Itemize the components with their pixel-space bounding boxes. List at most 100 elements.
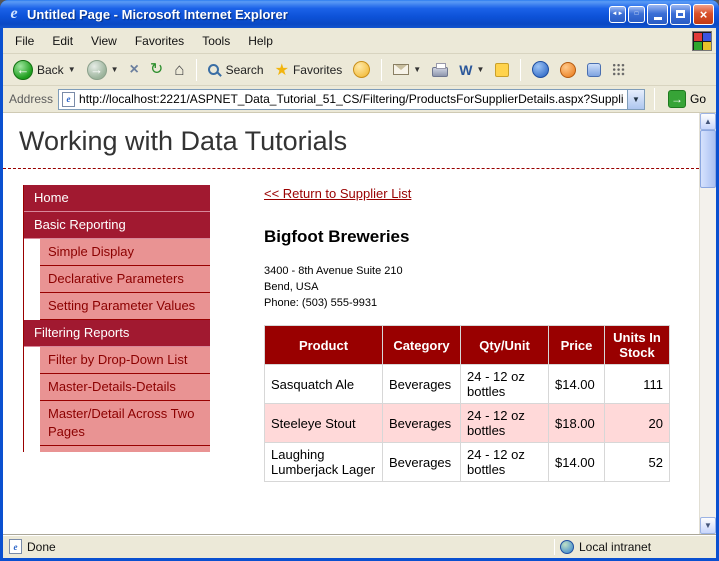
print-icon <box>432 67 448 77</box>
status-page-icon: e <box>9 539 22 554</box>
table-header-row: Product Category Qty/Unit Price Units In… <box>265 326 670 365</box>
page-title: Working with Data Tutorials <box>19 126 699 157</box>
refresh-icon: ↻ <box>150 60 163 80</box>
supplier-address-line1: 3400 - 8th Avenue Suite 210 <box>264 263 699 279</box>
favorites-star-icon: ★ <box>275 60 289 80</box>
nav-master-detail-across-two-pages[interactable]: Master/Detail Across Two Pages <box>40 401 210 446</box>
grid-tool-button[interactable] <box>608 61 629 78</box>
search-button[interactable]: Search <box>204 61 268 79</box>
titlebar-window-button[interactable]: □ <box>628 6 645 23</box>
nav-basic-reporting[interactable]: Basic Reporting <box>24 212 210 239</box>
col-header-price: Price <box>549 326 605 365</box>
titlebar-arrows-button[interactable]: ◄► <box>609 6 626 23</box>
go-label: Go <box>690 92 706 106</box>
forward-button[interactable]: → ▼ <box>83 58 123 82</box>
forward-dropdown-icon[interactable]: ▼ <box>111 65 119 74</box>
minimize-button[interactable] <box>647 4 668 25</box>
address-dropdown-button[interactable]: ▼ <box>627 90 644 109</box>
close-button[interactable]: × <box>693 4 714 25</box>
history-button[interactable] <box>349 59 374 80</box>
menu-favorites[interactable]: Favorites <box>127 31 192 51</box>
ie-throbber-icon <box>692 31 712 51</box>
browser-window: e Untitled Page - Microsoft Internet Exp… <box>0 0 719 561</box>
go-icon: → <box>668 90 686 108</box>
favorites-button[interactable]: ★ Favorites <box>271 58 347 82</box>
home-icon: ⌂ <box>174 60 184 80</box>
forward-icon: → <box>87 60 107 80</box>
nav-home[interactable]: Home <box>24 185 210 212</box>
col-header-qty-unit: Qty/Unit <box>461 326 549 365</box>
discuss-button[interactable] <box>491 61 513 79</box>
cell-category: Beverages <box>383 443 461 482</box>
page-content: Working with Data Tutorials Home Basic R… <box>3 113 699 534</box>
menu-view[interactable]: View <box>83 31 125 51</box>
search-label: Search <box>226 63 264 77</box>
table-row: Sasquatch Ale Beverages 24 - 12 oz bottl… <box>265 365 670 404</box>
menu-bar: File Edit View Favorites Tools Help <box>3 28 716 54</box>
extra-tool-button[interactable] <box>583 61 605 79</box>
nav-filtering-reports[interactable]: Filtering Reports <box>24 320 210 347</box>
nav-setting-parameter-values[interactable]: Setting Parameter Values <box>40 293 210 320</box>
globe-icon <box>532 61 549 78</box>
supplier-address-line2: Bend, USA <box>264 279 699 295</box>
maximize-icon <box>676 10 685 18</box>
stop-button[interactable]: × <box>126 58 143 82</box>
address-url[interactable]: http://localhost:2221/ASPNET_Data_Tutori… <box>79 92 623 106</box>
toolbar-separator <box>520 59 521 81</box>
messenger-button[interactable] <box>528 59 553 80</box>
scrollbar-thumb[interactable] <box>700 130 716 188</box>
nav-simple-display[interactable]: Simple Display <box>40 239 210 266</box>
cell-price: $14.00 <box>549 443 605 482</box>
print-button[interactable] <box>428 61 452 79</box>
titlebar[interactable]: e Untitled Page - Microsoft Internet Exp… <box>0 0 719 28</box>
nav-declarative-parameters[interactable]: Declarative Parameters <box>40 266 210 293</box>
stop-icon: × <box>130 60 139 80</box>
table-row: Laughing Lumberjack Lager Beverages 24 -… <box>265 443 670 482</box>
address-label: Address <box>9 92 53 106</box>
vertical-scrollbar[interactable]: ▲ ▼ <box>699 113 716 534</box>
refresh-button[interactable]: ↻ <box>146 58 167 82</box>
page-icon: e <box>62 92 75 107</box>
cell-qty-unit: 24 - 12 oz bottles <box>461 443 549 482</box>
back-label: Back <box>37 63 64 77</box>
mail-dropdown-icon[interactable]: ▼ <box>413 65 421 74</box>
cell-qty-unit: 24 - 12 oz bottles <box>461 365 549 404</box>
scroll-up-button[interactable]: ▲ <box>700 113 716 130</box>
cell-units-in-stock: 52 <box>605 443 670 482</box>
mail-button[interactable]: ▼ <box>389 62 425 77</box>
blue-chip-icon <box>587 63 601 77</box>
status-bar: e Done Local intranet <box>3 534 716 558</box>
nav-item-clipped[interactable] <box>40 446 210 452</box>
favorites-label: Favorites <box>293 63 342 77</box>
scroll-down-button[interactable]: ▼ <box>700 517 716 534</box>
menu-edit[interactable]: Edit <box>44 31 81 51</box>
history-icon <box>353 61 370 78</box>
intranet-zone-icon <box>560 540 574 554</box>
scrollbar-track[interactable] <box>700 130 716 517</box>
address-input[interactable]: e http://localhost:2221/ASPNET_Data_Tuto… <box>58 89 645 110</box>
table-row: Steeleye Stout Beverages 24 - 12 oz bott… <box>265 404 670 443</box>
menu-file[interactable]: File <box>7 31 42 51</box>
toolbar-separator <box>381 59 382 81</box>
supplier-name: Bigfoot Breweries <box>264 227 699 247</box>
ie-window-icon: e <box>6 5 22 23</box>
go-button[interactable]: → Go <box>664 89 710 109</box>
products-table: Product Category Qty/Unit Price Units In… <box>264 325 670 482</box>
cell-units-in-stock: 111 <box>605 365 670 404</box>
word-icon: W <box>459 62 472 78</box>
statusbar-divider <box>554 539 555 555</box>
home-button[interactable]: ⌂ <box>170 58 188 82</box>
maximize-button[interactable] <box>670 4 691 25</box>
address-bar: Address e http://localhost:2221/ASPNET_D… <box>3 86 716 113</box>
nav-master-details-details[interactable]: Master-Details-Details <box>40 374 210 401</box>
edit-dropdown-icon[interactable]: ▼ <box>476 65 484 74</box>
back-icon: ← <box>13 60 33 80</box>
edit-with-word-button[interactable]: W ▼ <box>455 60 488 80</box>
back-dropdown-icon[interactable]: ▼ <box>68 65 76 74</box>
research-button[interactable] <box>556 60 580 80</box>
menu-tools[interactable]: Tools <box>194 31 238 51</box>
return-to-supplier-list-link[interactable]: << Return to Supplier List <box>264 186 411 201</box>
back-button[interactable]: ← Back ▼ <box>9 58 80 82</box>
menu-help[interactable]: Help <box>240 31 281 51</box>
nav-filter-by-drop-down-list[interactable]: Filter by Drop-Down List <box>40 347 210 374</box>
